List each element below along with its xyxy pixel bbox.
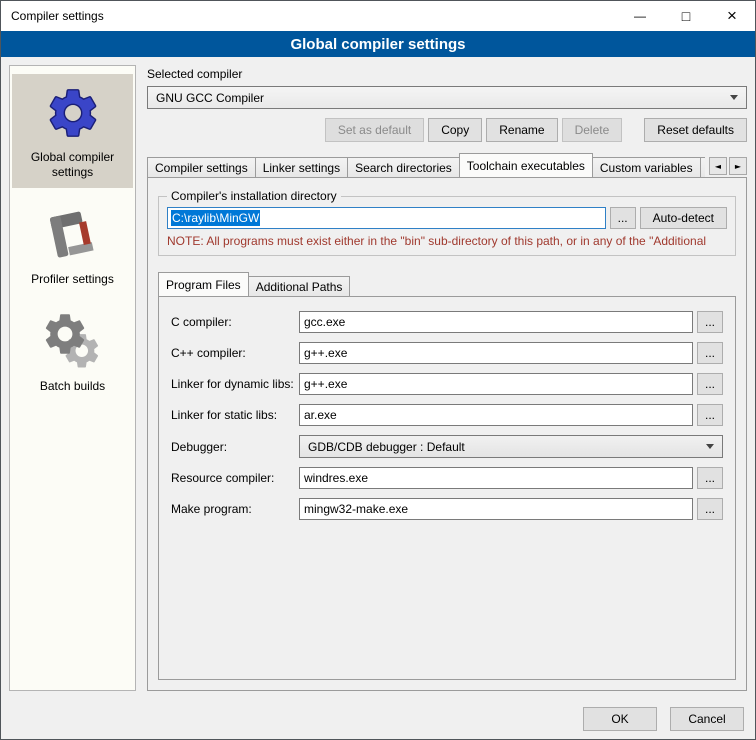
tab-toolchain-executables[interactable]: Toolchain executables: [459, 153, 593, 177]
delete-button[interactable]: Delete: [562, 118, 623, 142]
main-panel: Selected compiler GNU GCC Compiler Set a…: [147, 65, 747, 691]
fields-list: C compiler:...C++ compiler:...Linker for…: [171, 311, 723, 520]
c-compiler-input[interactable]: [299, 342, 693, 364]
minimize-button[interactable]: —: [617, 1, 663, 31]
chevron-down-icon: [706, 444, 714, 449]
sidebar-item-label: Global compiler settings: [14, 150, 131, 180]
ok-button[interactable]: OK: [583, 707, 657, 731]
c-compiler-label: C++ compiler:: [171, 346, 299, 360]
reset-defaults-button[interactable]: Reset defaults: [644, 118, 747, 142]
titlebar: Compiler settings — □ ×: [1, 1, 755, 31]
c-compiler-browse-button[interactable]: ...: [697, 342, 723, 364]
c-compiler-browse-button[interactable]: ...: [697, 311, 723, 333]
tab-additional-paths[interactable]: Additional Paths: [248, 276, 351, 296]
auto-detect-button[interactable]: Auto-detect: [640, 207, 727, 229]
program-tabstrip: Program FilesAdditional Paths: [158, 272, 736, 296]
debugger-label: Debugger:: [171, 440, 299, 454]
linker-for-static-libs-input[interactable]: [299, 404, 693, 426]
settings-tabstrip: Compiler settingsLinker settingsSearch d…: [147, 153, 747, 177]
sidebar-item-global-compiler-settings[interactable]: Global compiler settings: [12, 74, 133, 188]
installation-directory-value: C:\raylib\MinGW: [171, 210, 260, 226]
tab-search-directories[interactable]: Search directories: [347, 157, 460, 177]
install-note: NOTE: All programs must exist either in …: [167, 234, 727, 248]
inner-tab-list: Program FilesAdditional Paths: [158, 272, 736, 296]
make-program-label: Make program:: [171, 502, 299, 516]
c-compiler-input[interactable]: [299, 311, 693, 333]
debugger-combobox[interactable]: GDB/CDB debugger : Default: [299, 435, 723, 458]
make-program-input[interactable]: [299, 498, 693, 520]
window-title: Compiler settings: [1, 9, 104, 23]
linker-for-dynamic-libs-label: Linker for dynamic libs:: [171, 377, 299, 391]
maximize-button[interactable]: □: [663, 1, 709, 31]
cancel-button[interactable]: Cancel: [670, 707, 744, 731]
close-button[interactable]: ×: [709, 1, 755, 31]
debugger-value: GDB/CDB debugger : Default: [308, 440, 700, 454]
installation-directory-row: C:\raylib\MinGW ... Auto-detect: [167, 207, 727, 229]
installation-directory-input[interactable]: C:\raylib\MinGW: [167, 207, 606, 229]
linker-for-dynamic-libs-browse-button[interactable]: ...: [697, 373, 723, 395]
c-compiler-label: C compiler:: [171, 315, 299, 329]
field-row-linker-for-dynamic-libs: Linker for dynamic libs:...: [171, 373, 723, 395]
tab-scroll-right-button[interactable]: ►: [729, 157, 747, 175]
tab-custom-variables[interactable]: Custom variables: [592, 157, 701, 177]
rename-button[interactable]: Rename: [486, 118, 557, 142]
sidebar-item-profiler-settings[interactable]: Profiler settings: [12, 196, 133, 295]
tab-list: Compiler settingsLinker settingsSearch d…: [147, 153, 705, 177]
field-row-linker-for-static-libs: Linker for static libs:...: [171, 404, 723, 426]
batch-gears-icon: [44, 313, 102, 371]
sidebar-item-batch-builds[interactable]: Batch builds: [12, 303, 133, 402]
selected-compiler-combobox[interactable]: GNU GCC Compiler: [147, 86, 747, 109]
footer: OK Cancel: [1, 699, 755, 739]
program-files-panel: C compiler:...C++ compiler:...Linker for…: [158, 296, 736, 680]
window-controls: — □ ×: [617, 1, 755, 31]
tab-linker-settings[interactable]: Linker settings: [255, 157, 348, 177]
dialog-content: Global compiler settings Profiler setting…: [1, 57, 755, 699]
toolchain-executables-panel: Compiler's installation directory C:\ray…: [147, 177, 747, 691]
installation-directory-group: Compiler's installation directory C:\ray…: [158, 196, 736, 256]
chevron-down-icon: [730, 95, 738, 100]
header-banner: Global compiler settings: [1, 31, 755, 57]
sidebar-item-label: Batch builds: [40, 379, 105, 394]
resource-compiler-input[interactable]: [299, 467, 693, 489]
make-program-browse-button[interactable]: ...: [697, 498, 723, 520]
tab-program-files[interactable]: Program Files: [158, 272, 249, 296]
installation-directory-group-label: Compiler's installation directory: [167, 189, 341, 203]
tab-scroll-controls: ◄ ►: [709, 157, 747, 175]
resource-compiler-browse-button[interactable]: ...: [697, 467, 723, 489]
field-row-c-compiler: C compiler:...: [171, 311, 723, 333]
resource-compiler-label: Resource compiler:: [171, 471, 299, 485]
selected-compiler-label: Selected compiler: [147, 67, 747, 81]
tab-scroll-left-button[interactable]: ◄: [709, 157, 727, 175]
linker-for-static-libs-label: Linker for static libs:: [171, 408, 299, 422]
compiler-actions: Set as default Copy Rename Delete Reset …: [147, 118, 747, 142]
linker-for-static-libs-browse-button[interactable]: ...: [697, 404, 723, 426]
gear-blue-icon: [44, 84, 102, 142]
sidebar-list: Global compiler settings Profiler setting…: [9, 65, 136, 691]
copy-button[interactable]: Copy: [428, 118, 482, 142]
compiler-settings-window: Compiler settings — □ × Global compiler …: [0, 0, 756, 740]
tab-compiler-settings[interactable]: Compiler settings: [147, 157, 256, 177]
field-row-make-program: Make program:...: [171, 498, 723, 520]
selected-compiler-value: GNU GCC Compiler: [156, 91, 724, 105]
linker-for-dynamic-libs-input[interactable]: [299, 373, 693, 395]
field-row-resource-compiler: Resource compiler:...: [171, 467, 723, 489]
installation-directory-browse-button[interactable]: ...: [610, 207, 636, 229]
field-row-debugger: Debugger: GDB/CDB debugger : Default: [171, 435, 723, 458]
tab-buil[interactable]: Buil: [700, 157, 705, 177]
sidebar-item-label: Profiler settings: [31, 272, 114, 287]
profiler-tool-icon: [44, 206, 102, 264]
set-as-default-button[interactable]: Set as default: [325, 118, 424, 142]
page-title: Global compiler settings: [290, 36, 465, 53]
field-row-c-compiler: C++ compiler:...: [171, 342, 723, 364]
